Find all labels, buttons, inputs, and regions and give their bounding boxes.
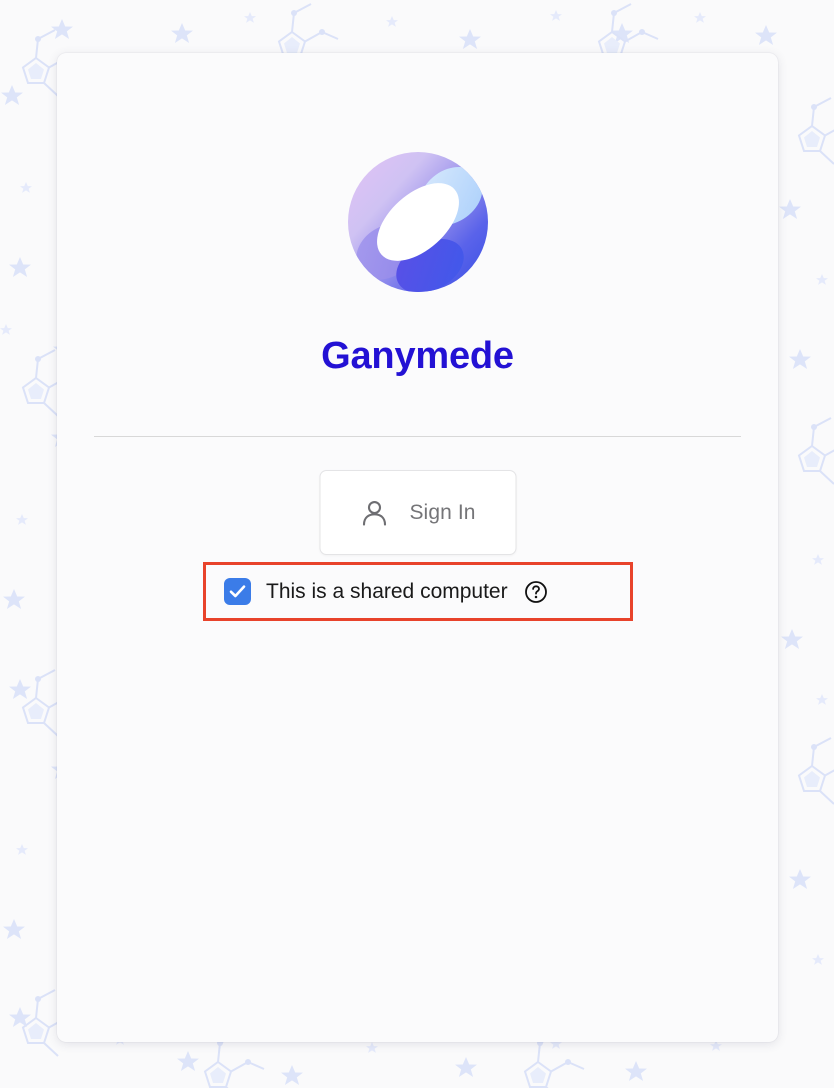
login-card: Ganymede Sign In This is a shared comput… <box>57 53 778 1042</box>
shared-computer-label: This is a shared computer <box>266 579 508 603</box>
page-title: Ganymede <box>321 335 514 377</box>
checkmark-icon <box>229 585 246 598</box>
sign-in-label: Sign In <box>409 500 476 524</box>
sign-in-button[interactable]: Sign In <box>319 470 516 555</box>
shared-computer-checkbox[interactable] <box>224 578 251 605</box>
help-circle-icon[interactable] <box>524 580 548 604</box>
ganymede-logo <box>347 152 488 292</box>
divider <box>94 436 741 437</box>
shared-computer-highlight: This is a shared computer <box>203 562 633 621</box>
person-icon <box>362 500 387 526</box>
